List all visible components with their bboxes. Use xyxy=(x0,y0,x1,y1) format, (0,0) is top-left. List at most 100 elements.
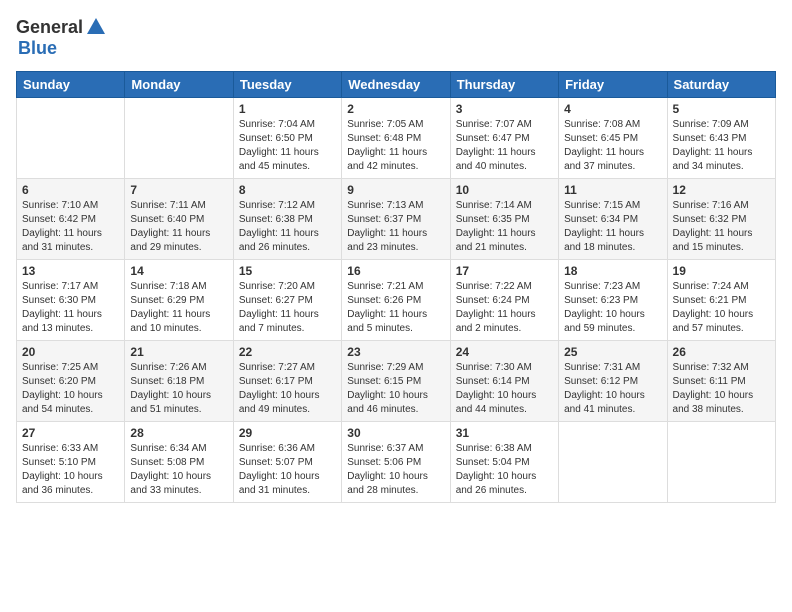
day-number: 26 xyxy=(673,345,770,359)
calendar-cell: 2 Sunrise: 7:05 AM Sunset: 6:48 PM Daylig… xyxy=(342,98,450,179)
day-info: Sunrise: 7:22 AM Sunset: 6:24 PM Dayligh… xyxy=(456,280,553,336)
calendar-cell xyxy=(125,98,233,179)
calendar-cell: 11 Sunrise: 7:15 AM Sunset: 6:34 PM Dayli… xyxy=(559,179,667,260)
calendar-cell: 5 Sunrise: 7:09 AM Sunset: 6:43 PM Daylig… xyxy=(667,98,775,179)
calendar-cell: 7 Sunrise: 7:11 AM Sunset: 6:40 PM Daylig… xyxy=(125,179,233,260)
calendar-cell: 19Sunrise: 7:24 AM Sunset: 6:21 PM Dayli… xyxy=(667,260,775,341)
day-info: Sunrise: 6:33 AM Sunset: 5:10 PM Dayligh… xyxy=(22,442,119,498)
calendar-cell: 21Sunrise: 7:26 AM Sunset: 6:18 PM Dayli… xyxy=(125,341,233,422)
day-header-friday: Friday xyxy=(559,72,667,98)
day-info: Sunrise: 7:08 AM Sunset: 6:45 PM Dayligh… xyxy=(564,118,661,174)
day-info: Sunrise: 7:16 AM Sunset: 6:32 PM Dayligh… xyxy=(673,199,770,255)
day-info: Sunrise: 7:15 AM Sunset: 6:34 PM Dayligh… xyxy=(564,199,661,255)
day-number: 18 xyxy=(564,264,661,278)
calendar-cell: 4 Sunrise: 7:08 AM Sunset: 6:45 PM Daylig… xyxy=(559,98,667,179)
day-number: 9 xyxy=(347,183,444,197)
calendar-cell: 18 Sunrise: 7:23 AM Sunset: 6:23 PM Dayli… xyxy=(559,260,667,341)
day-number: 1 xyxy=(239,102,336,116)
day-number: 6 xyxy=(22,183,119,197)
day-number: 7 xyxy=(130,183,227,197)
day-info: Sunrise: 7:07 AM Sunset: 6:47 PM Dayligh… xyxy=(456,118,553,174)
calendar-cell: 26 Sunrise: 7:32 AM Sunset: 6:11 PM Dayli… xyxy=(667,341,775,422)
calendar-cell: 6 Sunrise: 7:10 AM Sunset: 6:42 PM Daylig… xyxy=(17,179,125,260)
day-number: 14 xyxy=(130,264,227,278)
day-info: Sunrise: 7:14 AM Sunset: 6:35 PM Dayligh… xyxy=(456,199,553,255)
day-header-saturday: Saturday xyxy=(667,72,775,98)
calendar-cell: 16 Sunrise: 7:21 AM Sunset: 6:26 PM Dayli… xyxy=(342,260,450,341)
day-number: 5 xyxy=(673,102,770,116)
calendar-cell: 15 Sunrise: 7:20 AM Sunset: 6:27 PM Dayli… xyxy=(233,260,341,341)
day-number: 23 xyxy=(347,345,444,359)
day-info: Sunrise: 6:36 AM Sunset: 5:07 PM Dayligh… xyxy=(239,442,336,498)
day-info: Sunrise: 7:20 AM Sunset: 6:27 PM Dayligh… xyxy=(239,280,336,336)
day-info: Sunrise: 6:38 AM Sunset: 5:04 PM Dayligh… xyxy=(456,442,553,498)
logo-general: General xyxy=(16,17,83,38)
day-number: 28 xyxy=(130,426,227,440)
calendar-week-row: 13 Sunrise: 7:17 AM Sunset: 6:30 PM Dayli… xyxy=(17,260,776,341)
calendar-cell: 20Sunrise: 7:25 AM Sunset: 6:20 PM Dayli… xyxy=(17,341,125,422)
day-number: 4 xyxy=(564,102,661,116)
day-number: 31 xyxy=(456,426,553,440)
day-number: 10 xyxy=(456,183,553,197)
day-info: Sunrise: 7:27 AM Sunset: 6:17 PM Dayligh… xyxy=(239,361,336,417)
day-header-sunday: Sunday xyxy=(17,72,125,98)
day-info: Sunrise: 7:18 AM Sunset: 6:29 PM Dayligh… xyxy=(130,280,227,336)
day-header-monday: Monday xyxy=(125,72,233,98)
calendar-cell: 30 Sunrise: 6:37 AM Sunset: 5:06 PM Dayli… xyxy=(342,422,450,503)
day-number: 21 xyxy=(130,345,227,359)
day-number: 25 xyxy=(564,345,661,359)
day-info: Sunrise: 7:31 AM Sunset: 6:12 PM Dayligh… xyxy=(564,361,661,417)
calendar-cell: 17 Sunrise: 7:22 AM Sunset: 6:24 PM Dayli… xyxy=(450,260,558,341)
day-info: Sunrise: 7:17 AM Sunset: 6:30 PM Dayligh… xyxy=(22,280,119,336)
day-number: 2 xyxy=(347,102,444,116)
calendar-week-row: 6 Sunrise: 7:10 AM Sunset: 6:42 PM Daylig… xyxy=(17,179,776,260)
day-info: Sunrise: 7:29 AM Sunset: 6:15 PM Dayligh… xyxy=(347,361,444,417)
calendar-cell: 14 Sunrise: 7:18 AM Sunset: 6:29 PM Dayli… xyxy=(125,260,233,341)
calendar-cell: 1Sunrise: 7:04 AM Sunset: 6:50 PM Daylig… xyxy=(233,98,341,179)
calendar-week-row: 27 Sunrise: 6:33 AM Sunset: 5:10 PM Dayli… xyxy=(17,422,776,503)
day-info: Sunrise: 7:21 AM Sunset: 6:26 PM Dayligh… xyxy=(347,280,444,336)
day-number: 16 xyxy=(347,264,444,278)
day-number: 17 xyxy=(456,264,553,278)
day-info: Sunrise: 7:32 AM Sunset: 6:11 PM Dayligh… xyxy=(673,361,770,417)
day-number: 3 xyxy=(456,102,553,116)
logo-blue: Blue xyxy=(18,38,57,59)
day-number: 8 xyxy=(239,183,336,197)
day-number: 27 xyxy=(22,426,119,440)
logo: General Blue xyxy=(16,16,107,59)
day-number: 13 xyxy=(22,264,119,278)
logo-icon xyxy=(85,16,107,38)
day-info: Sunrise: 6:34 AM Sunset: 5:08 PM Dayligh… xyxy=(130,442,227,498)
calendar-week-row: 20Sunrise: 7:25 AM Sunset: 6:20 PM Dayli… xyxy=(17,341,776,422)
calendar-table: SundayMondayTuesdayWednesdayThursdayFrid… xyxy=(16,71,776,503)
day-info: Sunrise: 7:10 AM Sunset: 6:42 PM Dayligh… xyxy=(22,199,119,255)
day-info: Sunrise: 7:11 AM Sunset: 6:40 PM Dayligh… xyxy=(130,199,227,255)
page-header: General Blue xyxy=(16,16,776,59)
calendar-cell xyxy=(17,98,125,179)
calendar-header-row: SundayMondayTuesdayWednesdayThursdayFrid… xyxy=(17,72,776,98)
day-info: Sunrise: 7:30 AM Sunset: 6:14 PM Dayligh… xyxy=(456,361,553,417)
day-number: 15 xyxy=(239,264,336,278)
day-info: Sunrise: 7:05 AM Sunset: 6:48 PM Dayligh… xyxy=(347,118,444,174)
day-info: Sunrise: 7:24 AM Sunset: 6:21 PM Dayligh… xyxy=(673,280,770,336)
calendar-cell: 28 Sunrise: 6:34 AM Sunset: 5:08 PM Dayli… xyxy=(125,422,233,503)
day-number: 30 xyxy=(347,426,444,440)
day-info: Sunrise: 7:25 AM Sunset: 6:20 PM Dayligh… xyxy=(22,361,119,417)
day-info: Sunrise: 7:13 AM Sunset: 6:37 PM Dayligh… xyxy=(347,199,444,255)
day-number: 12 xyxy=(673,183,770,197)
calendar-cell xyxy=(559,422,667,503)
calendar-cell: 29 Sunrise: 6:36 AM Sunset: 5:07 PM Dayli… xyxy=(233,422,341,503)
calendar-cell: 13 Sunrise: 7:17 AM Sunset: 6:30 PM Dayli… xyxy=(17,260,125,341)
day-info: Sunrise: 7:23 AM Sunset: 6:23 PM Dayligh… xyxy=(564,280,661,336)
day-number: 29 xyxy=(239,426,336,440)
calendar-cell: 10 Sunrise: 7:14 AM Sunset: 6:35 PM Dayli… xyxy=(450,179,558,260)
calendar-cell: 31 Sunrise: 6:38 AM Sunset: 5:04 PM Dayli… xyxy=(450,422,558,503)
day-info: Sunrise: 7:09 AM Sunset: 6:43 PM Dayligh… xyxy=(673,118,770,174)
calendar-cell: 3 Sunrise: 7:07 AM Sunset: 6:47 PM Daylig… xyxy=(450,98,558,179)
day-number: 24 xyxy=(456,345,553,359)
day-header-thursday: Thursday xyxy=(450,72,558,98)
day-info: Sunrise: 6:37 AM Sunset: 5:06 PM Dayligh… xyxy=(347,442,444,498)
calendar-cell: 25 Sunrise: 7:31 AM Sunset: 6:12 PM Dayli… xyxy=(559,341,667,422)
day-number: 11 xyxy=(564,183,661,197)
calendar-cell: 22Sunrise: 7:27 AM Sunset: 6:17 PM Dayli… xyxy=(233,341,341,422)
